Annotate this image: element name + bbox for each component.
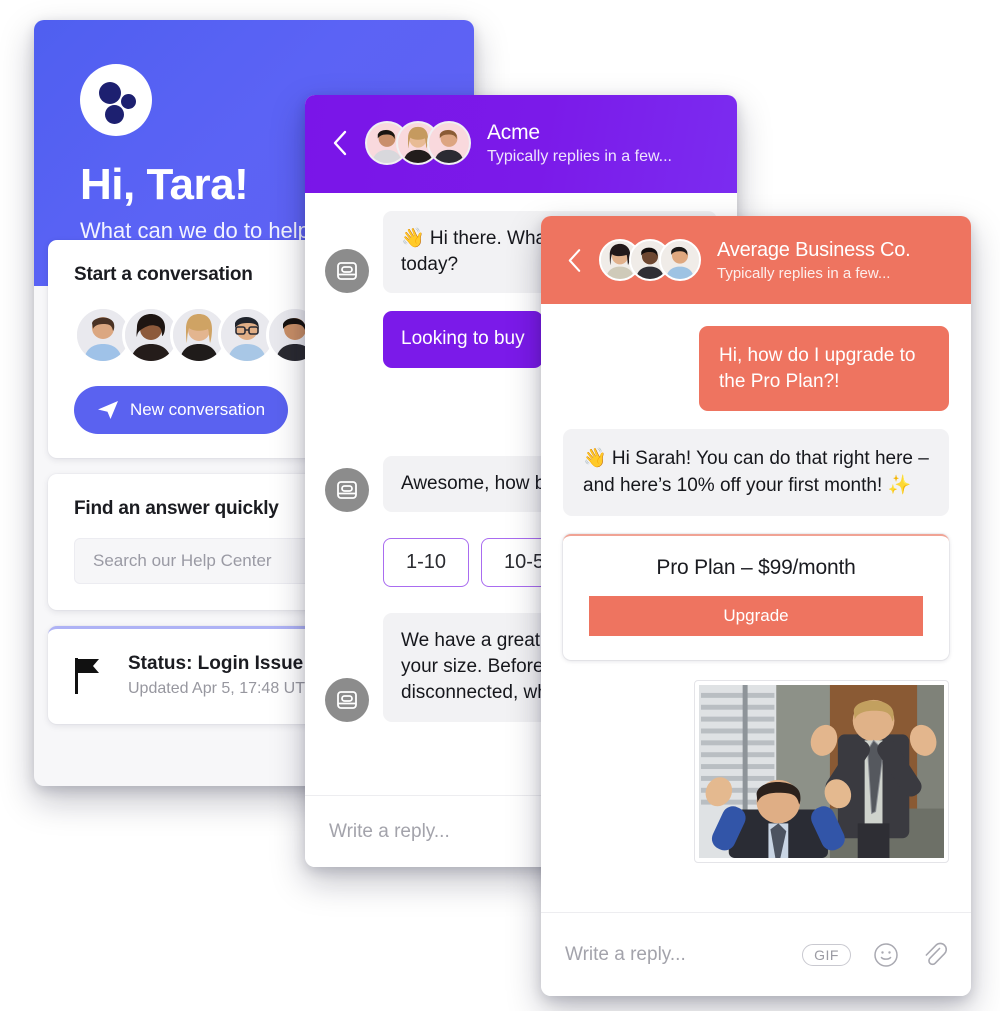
abc-conversation-panel: Average Business Co. Typically replies i… xyxy=(541,216,971,996)
celebration-office-gif[interactable] xyxy=(694,679,949,863)
operator-bot-icon xyxy=(325,677,369,722)
chevron-left-icon[interactable] xyxy=(561,248,587,273)
new-conversation-button[interactable]: New conversation xyxy=(74,386,288,434)
pro-plan-card: Pro Plan – $99/month Upgrade xyxy=(563,533,949,660)
operator-bot-icon xyxy=(325,467,369,512)
chevron-left-icon[interactable] xyxy=(327,130,353,156)
avatar xyxy=(659,239,701,281)
abc-conversation-header: Average Business Co. Typically replies i… xyxy=(541,216,971,304)
abc-message-list: Hi, how do I upgrade to the Pro Plan?! 👋… xyxy=(541,304,971,863)
paper-plane-icon xyxy=(97,401,118,419)
emoji-smiley-icon[interactable] xyxy=(873,942,899,968)
status-subtitle: Updated Apr 5, 17:48 UTC xyxy=(128,680,317,697)
search-input-placeholder: Search our Help Center xyxy=(93,551,272,570)
status-title: Status: Login Issue xyxy=(128,653,304,674)
gif-button[interactable]: GIF xyxy=(802,943,851,966)
acme-conversation-header: Acme Typically replies in a few... xyxy=(305,95,737,193)
acme-name: Acme xyxy=(487,120,540,144)
flag-icon xyxy=(75,658,99,694)
messenger-showcase: Hi, Tara! What can we do to help? Start … xyxy=(0,0,1000,1011)
acme-status: Typically replies in a few... xyxy=(487,148,672,166)
abc-name: Average Business Co. xyxy=(717,239,911,261)
abc-status: Typically replies in a few... xyxy=(717,265,891,282)
acme-composer-placeholder: Write a reply... xyxy=(329,820,450,842)
user-message-bubble: Hi, how do I upgrade to the Pro Plan?! xyxy=(699,326,949,412)
composer-actions: GIF xyxy=(802,941,947,969)
three-dots-logo-icon xyxy=(80,64,152,136)
plan-title: Pro Plan – $99/month xyxy=(656,555,856,579)
operator-bot-icon xyxy=(325,249,369,294)
avatar xyxy=(427,121,471,165)
acme-teammate-avatars xyxy=(365,121,471,165)
abc-composer[interactable]: Write a reply... GIF xyxy=(541,912,971,996)
abc-teammate-avatars xyxy=(599,239,701,281)
new-conversation-label: New conversation xyxy=(129,400,266,419)
paperclip-icon[interactable] xyxy=(921,941,947,969)
upgrade-button[interactable]: Upgrade xyxy=(589,595,923,636)
abc-composer-placeholder: Write a reply... xyxy=(565,943,686,965)
quick-reply-1-10[interactable]: 1-10 xyxy=(383,537,470,587)
bot-message-bubble: 👋 Hi Sarah! You can do that right here –… xyxy=(563,429,949,516)
user-message-bubble: Looking to buy xyxy=(383,311,543,368)
